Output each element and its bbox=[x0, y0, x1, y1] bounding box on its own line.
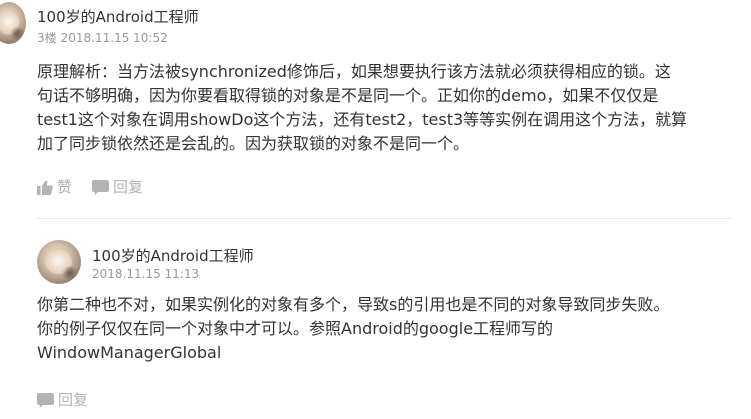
comment-content: 原理解析：当方法被synchronized修饰后，如果想要执行该方法就必须获得相… bbox=[37, 60, 687, 156]
reply-label: 回复 bbox=[58, 391, 89, 409]
comment-content: 你第二种也不对，如果实例化的对象有多个，导致s的引用也是不同的对象导致同步失败。… bbox=[37, 293, 669, 365]
comment-timestamp: 2018.11.15 10:52 bbox=[60, 31, 168, 45]
comment-username[interactable]: 100岁的Android工程师 bbox=[92, 245, 254, 266]
comment-line: test1这个对象在调用showDo这个方法，还有test2，test3等等实例… bbox=[37, 110, 688, 129]
comment-line: WindowManagerGlobal bbox=[37, 343, 222, 362]
like-button[interactable]: 赞 bbox=[37, 176, 72, 197]
reply-button[interactable]: 回复 bbox=[92, 176, 143, 197]
comment-line: 你第二种也不对，如果实例化的对象有多个，导致s的引用也是不同的对象导致同步失败。 bbox=[37, 295, 670, 314]
avatar[interactable] bbox=[0, 2, 26, 44]
comment-username[interactable]: 100岁的Android工程师 bbox=[37, 6, 199, 27]
comment-meta: 3楼 2018.11.15 10:52 bbox=[37, 29, 168, 46]
comment-timestamp: 2018.11.15 11:13 bbox=[92, 267, 200, 281]
comment-line: 原理解析：当方法被synchronized修饰后，如果想要执行该方法就必须获得相… bbox=[37, 62, 671, 81]
comment-line: 加了同步锁依然还是会乱的。因为获取锁的对象不是同一个。 bbox=[37, 134, 470, 153]
comment-floor: 3楼 bbox=[37, 31, 57, 45]
comment-line: 句话不够明确，因为你要看取得锁的对象是不是同一个。正如你的demo，如果不仅仅是 bbox=[37, 86, 659, 105]
avatar[interactable] bbox=[37, 240, 81, 284]
comment-line: 你的例子仅仅在同一个对象中才可以。参照Android的google工程师写的 bbox=[37, 319, 554, 338]
comment-item: 100岁的Android工程师 2018.11.15 11:13 你第二种也不对… bbox=[0, 230, 751, 419]
comment-item: 100岁的Android工程师 3楼 2018.11.15 10:52 原理解析：… bbox=[0, 0, 751, 218]
reply-button[interactable]: 回复 bbox=[37, 389, 88, 410]
reply-label: 回复 bbox=[113, 178, 144, 196]
comment-meta: 2018.11.15 11:13 bbox=[92, 267, 199, 281]
thumbs-up-icon bbox=[37, 178, 57, 196]
like-label: 赞 bbox=[57, 178, 73, 196]
divider bbox=[36, 218, 732, 219]
speech-bubble-icon bbox=[92, 178, 113, 196]
speech-bubble-icon bbox=[37, 391, 58, 409]
